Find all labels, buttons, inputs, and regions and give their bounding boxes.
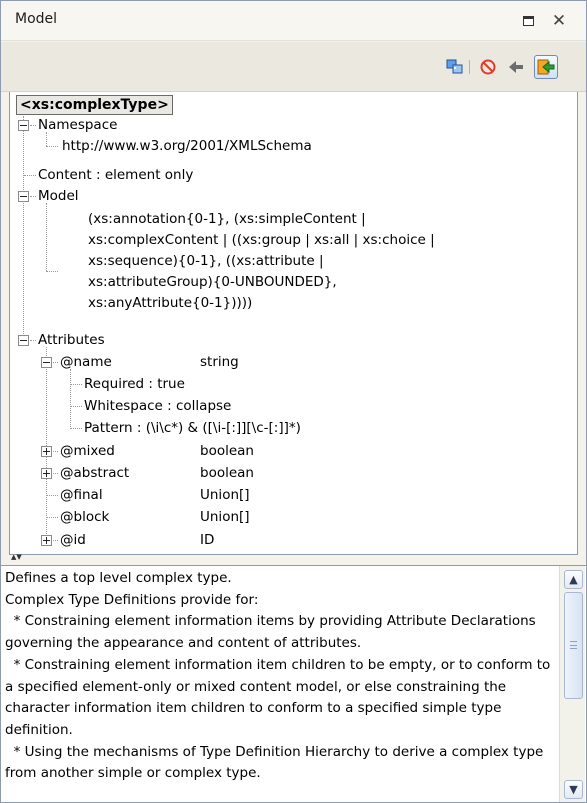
tree-root-complextype[interactable]: <xs:complexType> (16, 95, 173, 115)
tree-connector (53, 540, 58, 541)
tree-connector (53, 473, 58, 474)
back-arrow-icon[interactable] (507, 58, 525, 76)
tree-node-model[interactable]: Model (38, 186, 79, 206)
sync-with-editor-icon[interactable] (446, 58, 464, 76)
splitter-arrows-icon[interactable]: ▲▼ (11, 554, 22, 561)
view-title: Model (15, 11, 58, 27)
model-line: xs:attributeGroup){0-UNBOUNDED}, (88, 274, 337, 290)
attribute-type: ID (200, 532, 215, 548)
collapse-attributes-icon[interactable] (18, 335, 29, 346)
collapse-model-icon[interactable] (18, 191, 29, 202)
attribute-name[interactable]: @block (60, 507, 109, 527)
scroll-thumb[interactable] (564, 592, 583, 699)
name-detail-whitespace: Whitespace : collapse (84, 398, 232, 414)
attribute-type: boolean (200, 443, 254, 459)
vertical-scrollbar[interactable]: ▲ ▼ (559, 566, 585, 802)
scroll-down-icon[interactable]: ▼ (564, 780, 583, 799)
view-toolbar (1, 42, 586, 92)
tree-node-attributes[interactable]: Attributes (38, 330, 105, 350)
tree-connector (53, 362, 58, 363)
expand-id-icon[interactable] (41, 535, 52, 546)
expand-abstract-icon[interactable] (41, 468, 52, 479)
model-line: xs:sequence){0-1}, ((xs:attribute | (88, 253, 324, 269)
attribute-type: Union[] (200, 487, 250, 503)
collapse-namespace-icon[interactable] (18, 120, 29, 131)
name-detail-required: Required : true (84, 376, 185, 392)
tree-connector (30, 340, 36, 341)
tree-connector (24, 175, 36, 176)
tree-connector (23, 116, 24, 340)
scroll-up-icon[interactable]: ▲ (564, 570, 583, 589)
tree-connector (46, 347, 47, 540)
close-icon[interactable]: ✕ (550, 12, 568, 30)
name-detail-pattern: Pattern : (\i\c*) & ([\i-[:]][\c-[:]]*) (84, 420, 301, 436)
tree-connector (30, 196, 36, 197)
stop-icon[interactable] (479, 58, 497, 76)
tree-connector (70, 369, 71, 429)
attribute-name[interactable]: @name (60, 352, 112, 372)
attribute-name[interactable]: @final (60, 485, 103, 505)
tree-connector (46, 132, 47, 146)
tree-node-namespace[interactable]: Namespace (38, 115, 117, 135)
tree-connector (47, 495, 58, 496)
tree-node-namespace-value[interactable]: http://www.w3.org/2001/XMLSchema (62, 136, 312, 156)
documentation-text: Defines a top level complex type. Comple… (5, 570, 551, 782)
attribute-name[interactable]: @mixed (60, 441, 115, 461)
minimize-view-icon[interactable] (520, 12, 538, 30)
tree-connector (30, 125, 36, 126)
expand-mixed-icon[interactable] (41, 446, 52, 457)
model-line: xs:complexContent | ((xs:group | xs:all … (88, 232, 435, 248)
attribute-type: boolean (200, 465, 254, 481)
documentation-pane: Defines a top level complex type. Comple… (1, 565, 586, 802)
collapse-name-icon[interactable] (41, 357, 52, 368)
model-view-panel: Model ✕ <xs:complexType> Namespace http:… (0, 0, 587, 803)
tree-connector (47, 517, 58, 518)
pane-splitter[interactable]: ▲▼ (9, 554, 578, 565)
attribute-name[interactable]: @abstract (60, 463, 129, 483)
tree-connector (70, 384, 82, 385)
tree-connector (46, 203, 47, 271)
tree-connector (46, 146, 58, 147)
tree-connector (70, 428, 82, 429)
model-tree[interactable]: <xs:complexType> Namespace http://www.w3… (9, 92, 578, 555)
attribute-type: Union[] (200, 509, 250, 525)
tree-node-content[interactable]: Content : element only (38, 165, 193, 185)
view-titlebar: Model ✕ (1, 1, 586, 41)
tree-connector (53, 451, 58, 452)
toolbar-separator (469, 60, 470, 74)
model-line: (xs:annotation{0-1}, (xs:simpleContent | (88, 211, 366, 227)
attribute-type: string (200, 354, 239, 370)
model-line: xs:anyAttribute{0-1})))) (88, 295, 253, 311)
tree-connector (70, 406, 82, 407)
tree-connector (46, 271, 58, 272)
attribute-name[interactable]: @id (60, 530, 86, 550)
forward-icon[interactable] (534, 55, 558, 79)
